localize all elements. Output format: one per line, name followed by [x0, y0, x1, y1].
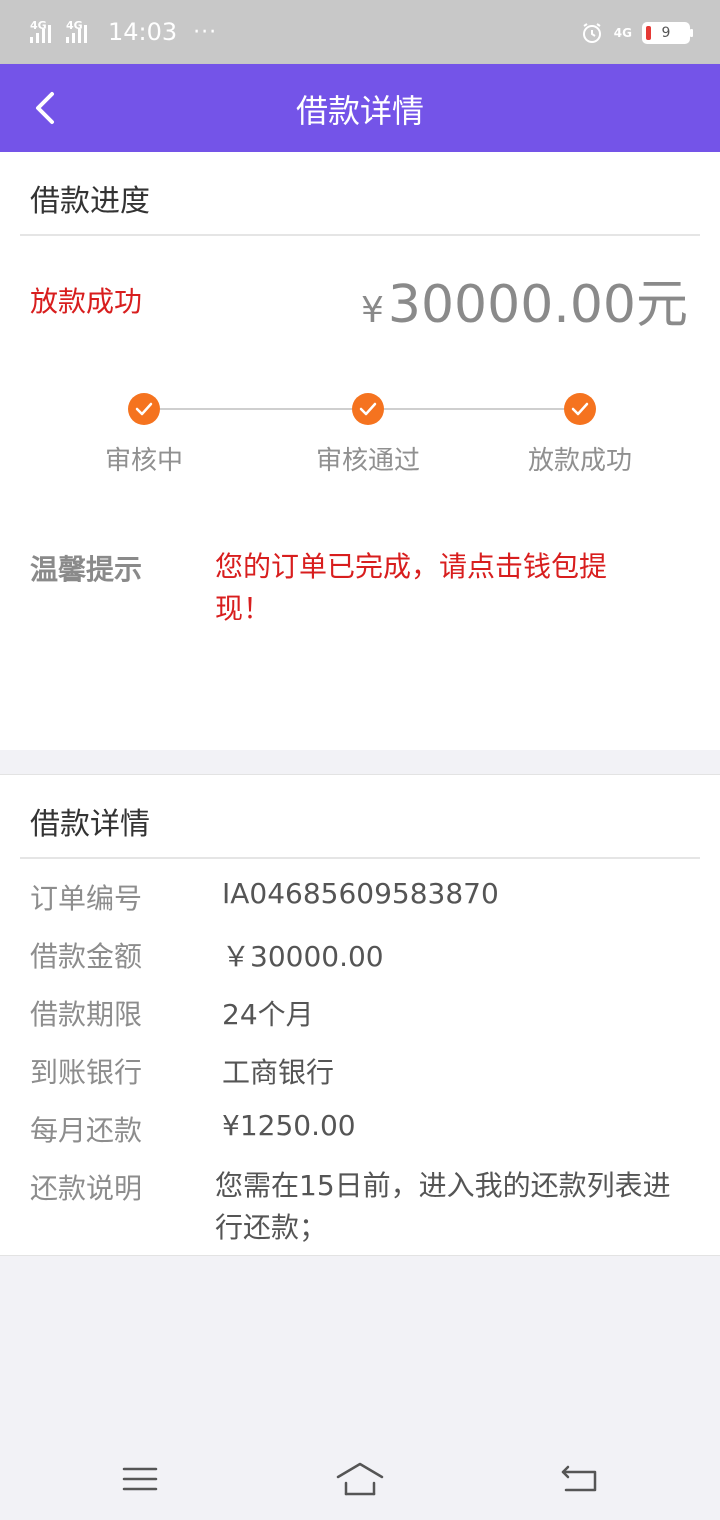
detail-label: 还款说明: [30, 1172, 143, 1205]
detail-label: 到账银行: [30, 1056, 143, 1089]
loan-amount-value: 30000.00元: [387, 275, 688, 335]
step-check-icon: [352, 393, 384, 425]
step-check-icon: [564, 393, 596, 425]
loan-progress-card: 借款进度 放款成功 ¥ 30000.00元 审核中 审核通过 放款成功 温馨提示…: [0, 152, 720, 750]
currency-symbol: ¥: [360, 290, 384, 331]
home-button[interactable]: [330, 1454, 390, 1504]
tip-label: 温馨提示: [30, 553, 143, 586]
status-time: 14:03: [108, 18, 178, 46]
detail-label: 借款期限: [30, 998, 143, 1031]
step-label: 审核中: [104, 446, 183, 476]
divider: [20, 234, 700, 236]
progress-connector: [160, 408, 352, 410]
section-title-progress: 借款进度: [30, 184, 150, 219]
loan-status: 放款成功: [30, 285, 143, 318]
monthly-payment-value: ¥1250.00: [222, 1109, 356, 1142]
detail-label: 借款金额: [30, 940, 143, 973]
loan-term-value: 24个月: [222, 998, 314, 1031]
status-left: 4G 4G 14:03 ···: [30, 14, 217, 50]
battery-icon: 9: [642, 22, 693, 44]
menu-button[interactable]: [110, 1454, 170, 1504]
tip-text: 您的订单已完成，请点击钱包提现！: [215, 550, 608, 625]
signal-icon: 4G: [30, 19, 60, 45]
detail-label: 订单编号: [30, 882, 143, 915]
loan-detail-card: 借款详情 订单编号 IA04685609583870 借款金额 ￥30000.0…: [0, 774, 720, 1256]
status-right: 4G 9: [580, 18, 693, 48]
bank-value: 工商银行: [222, 1056, 335, 1089]
progress-connector: [384, 408, 564, 410]
repayment-note-value: 您需在15日前，进入我的还款列表进行还款；: [215, 1169, 671, 1244]
divider: [20, 857, 700, 859]
loan-amount-detail-value: ￥30000.00: [222, 940, 384, 973]
signal-icon: 4G: [66, 19, 96, 45]
return-icon: [561, 1465, 597, 1492]
network-indicator: 4G: [613, 26, 632, 40]
page-title: 借款详情: [295, 92, 424, 130]
step-check-icon: [128, 393, 160, 425]
step-label: 审核通过: [315, 446, 420, 476]
home-icon: [336, 1462, 384, 1496]
battery-level: 9: [661, 25, 671, 41]
menu-icon: [122, 1467, 158, 1491]
more-notifications-icon: ···: [193, 19, 218, 45]
system-nav-bar: [0, 1440, 720, 1520]
order-number-value: IA04685609583870: [222, 877, 499, 910]
header-bar: 借款详情: [0, 64, 720, 152]
alarm-clock-icon: [582, 23, 601, 43]
detail-label: 每月还款: [30, 1114, 143, 1147]
status-bar: 4G 4G 14:03 ··· 4G 9: [0, 0, 720, 64]
loan-amount: ¥ 30000.00元: [361, 262, 688, 337]
return-button[interactable]: [550, 1454, 610, 1504]
section-title-details: 借款详情: [30, 807, 150, 842]
step-label: 放款成功: [527, 446, 632, 476]
